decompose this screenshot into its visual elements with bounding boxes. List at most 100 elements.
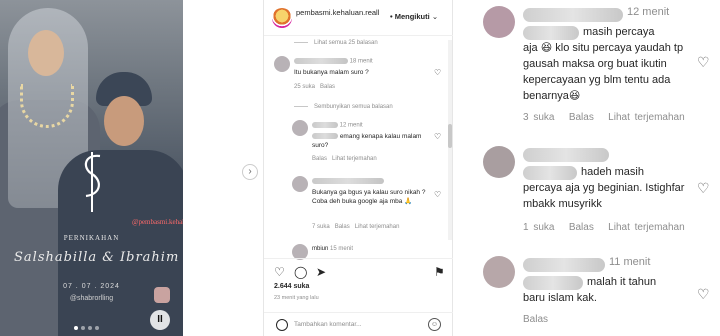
- view-replies-link[interactable]: Lihat semua 25 balasan: [294, 40, 378, 46]
- carousel-dot: [74, 326, 78, 330]
- reply-header: 12 menit: [312, 122, 363, 129]
- reply-button[interactable]: Balas: [523, 314, 548, 325]
- heart-icon[interactable]: ♡: [434, 190, 441, 199]
- comment-likes[interactable]: 1 suka: [523, 222, 554, 233]
- reply-text: emang kenapa kalau malam suro?: [312, 132, 432, 150]
- blurred-username: [312, 178, 384, 184]
- zoomed-comments: 12 menit masih percaya aja 😆 klo situ pe…: [453, 0, 720, 336]
- post-actions: ♡ ◯ ➤ ⚑ 2.644 suka 23 menit yang lalu: [264, 258, 454, 312]
- avatar[interactable]: [292, 120, 308, 136]
- reply-button[interactable]: Balas: [320, 84, 335, 90]
- photo-groom-face: [104, 96, 144, 146]
- avatar[interactable]: [483, 256, 515, 288]
- comment-text-start: masih percaya: [583, 26, 655, 38]
- heart-icon[interactable]: ♡: [697, 286, 710, 303]
- carousel-dot: [88, 326, 92, 330]
- monogram-logo: [84, 152, 101, 212]
- heart-icon[interactable]: ♡: [434, 68, 441, 77]
- comment-text-start: hadeh masih: [581, 166, 644, 178]
- sticker-icon: [154, 287, 170, 303]
- carousel-dots: [74, 326, 99, 330]
- reply-button[interactable]: Balas: [335, 224, 350, 230]
- following-label: Mengikuti: [394, 12, 430, 21]
- blurred-username: [523, 258, 605, 272]
- bookmark-icon[interactable]: ⚑: [434, 265, 448, 279]
- reply-likes[interactable]: 7 suka: [312, 224, 330, 230]
- carousel-dot: [81, 326, 85, 330]
- instagram-post-panel: pembasmi.kehaluan.reall • Mengikuti ⌄ Li…: [263, 0, 454, 336]
- blurred-username: [312, 122, 338, 128]
- reply-button[interactable]: Balas: [569, 222, 594, 233]
- heart-icon[interactable]: ♡: [274, 265, 288, 279]
- chevron-right-icon[interactable]: ›: [242, 164, 258, 180]
- post-time: 23 menit yang lalu: [274, 295, 319, 301]
- comment-text: baru islam kak.: [523, 292, 597, 304]
- blurred-username: [294, 58, 348, 64]
- screenshot-root: @pembasmi.kehaluan.reall PERNIKAHAN Sals…: [0, 0, 720, 336]
- photo-names: Salshabilla & Ibrahim: [14, 250, 180, 265]
- chevron-down-icon: ⌄: [431, 12, 439, 21]
- reply-meta: Balas Lihat terjemahan: [312, 156, 377, 162]
- post-header: pembasmi.kehaluan.reall • Mengikuti ⌄: [264, 0, 454, 36]
- comment-time: 18 menit: [349, 58, 373, 65]
- likes-count[interactable]: 2.644 suka: [274, 283, 309, 290]
- reply-text: Bukanya ga bgus ya kalau suro nikah ? Co…: [312, 189, 426, 205]
- comment-icon[interactable]: ◯: [294, 265, 308, 279]
- share-icon[interactable]: ➤: [316, 265, 330, 279]
- comment-text-start: malah it tahun: [587, 276, 657, 288]
- following-button[interactable]: • Mengikuti ⌄: [390, 12, 438, 21]
- emoji-picker-icon[interactable]: ☺: [428, 318, 441, 331]
- reply-username[interactable]: mbiun: [312, 246, 328, 252]
- photo-title: PERNIKAHAN: [63, 234, 120, 242]
- avatar[interactable]: [274, 56, 290, 72]
- scrollbar-thumb[interactable]: [448, 124, 452, 148]
- post-photo[interactable]: @pembasmi.kehaluan.reall PERNIKAHAN Sals…: [0, 0, 183, 336]
- reply-button[interactable]: Balas: [569, 112, 594, 123]
- hide-replies-link[interactable]: Sembunyikan semua balasan: [294, 104, 393, 110]
- blurred-mention: [312, 133, 338, 140]
- blurred-mention: [523, 26, 579, 40]
- comment-text: aja 😆 klo situ percaya yaudah tp gausah …: [523, 42, 684, 102]
- blurred-username: [523, 8, 623, 22]
- photo-watermark: @pembasmi.kehaluan.reall: [132, 218, 183, 226]
- comment-text: Itu bukanya malam suro ?: [294, 69, 369, 76]
- post-username[interactable]: pembasmi.kehaluan.reall: [296, 8, 386, 18]
- comment-meta: 3 suka Balas Lihat terjemahan: [523, 112, 685, 123]
- reply-time: 15 menit: [330, 246, 354, 252]
- comment-text: percaya aja yg beginian. Istighfar mbakk…: [523, 182, 685, 210]
- comment-time: 12 menit: [627, 6, 670, 18]
- avatar[interactable]: [483, 146, 515, 178]
- comment-likes[interactable]: 3 suka: [523, 112, 554, 123]
- avatar[interactable]: [483, 6, 515, 38]
- translate-link[interactable]: Lihat terjemahan: [608, 222, 685, 233]
- comment-meta: 25 suka Balas: [294, 84, 335, 90]
- blurred-mention: [523, 166, 577, 180]
- comment-meta: Balas: [523, 314, 548, 325]
- heart-icon[interactable]: ♡: [434, 132, 441, 141]
- reply-time: 12 menit: [339, 122, 363, 129]
- comment-box: Tambahkan komentar... ☺: [264, 312, 454, 336]
- avatar[interactable]: [292, 176, 308, 192]
- blurred-mention: [523, 276, 583, 290]
- carousel-dot: [95, 326, 99, 330]
- reply-button[interactable]: Balas: [312, 156, 327, 162]
- emoji-icon[interactable]: [276, 319, 288, 331]
- comment-meta: 1 suka Balas Lihat terjemahan: [523, 222, 685, 233]
- reply-header: mbiun 15 menit: [312, 246, 353, 252]
- reply-header: [312, 178, 384, 185]
- comment-header: 18 menit: [294, 58, 373, 65]
- comment-likes[interactable]: 25 suka: [294, 84, 315, 90]
- comment-time: 11 menit: [609, 256, 651, 268]
- translate-link[interactable]: Lihat terjemahan: [608, 112, 685, 123]
- avatar[interactable]: [272, 8, 292, 28]
- translate-link[interactable]: Lihat terjemahan: [332, 156, 377, 162]
- blurred-username: [523, 148, 609, 162]
- photo-bride-face: [28, 30, 64, 76]
- heart-icon[interactable]: ♡: [697, 54, 710, 71]
- translate-link[interactable]: Lihat terjemahan: [355, 224, 400, 230]
- scrollbar[interactable]: [448, 40, 452, 240]
- comment-input[interactable]: Tambahkan komentar...: [294, 321, 362, 328]
- pause-icon[interactable]: II: [150, 310, 170, 330]
- heart-icon[interactable]: ♡: [697, 180, 710, 197]
- reply-meta: 7 suka Balas Lihat terjemahan: [312, 224, 399, 230]
